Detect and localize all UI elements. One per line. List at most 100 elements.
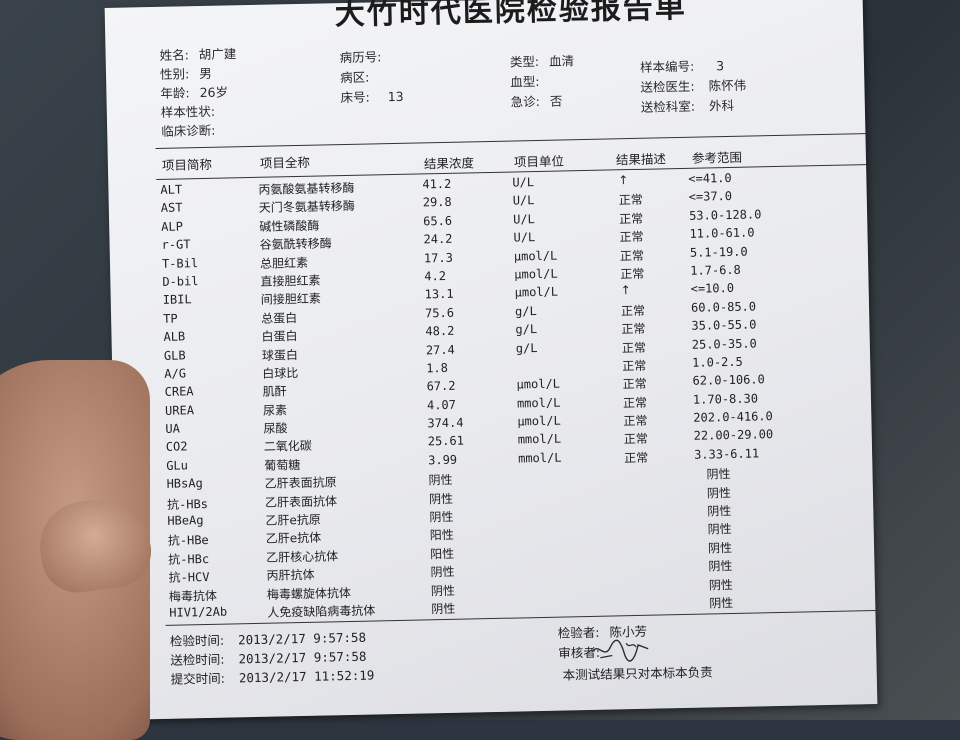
cell-ref: 阴性	[708, 559, 733, 574]
cell-desc: ↑	[618, 173, 629, 188]
blood-type-label: 血型:	[510, 73, 540, 90]
header-rule-top	[155, 133, 866, 149]
cell-code: GLu	[166, 458, 189, 473]
cell-desc: 正常	[620, 266, 645, 282]
report-title: 大竹时代医院检验报告单	[334, 0, 688, 33]
cell-code: HIV1/2Ab	[169, 604, 228, 620]
cell-unit: U/L	[513, 230, 536, 245]
patient-age-label: 年龄:	[160, 85, 190, 101]
disclaimer: 本测试结果只对本标本负责	[562, 664, 713, 683]
lab-report-sheet: 大竹时代医院检验报告单 姓名: 胡广建 性别: 男 年龄: 26岁 样本性状: 临床诊…	[104, 0, 878, 720]
cell-desc: 正常	[622, 377, 647, 392]
send-time-label: 送检时间:	[170, 651, 225, 668]
cell-code: T-Bil	[161, 255, 199, 271]
cell-code: IBIL	[162, 292, 192, 308]
send-time-value: 2013/2/17 9:57:58	[238, 648, 367, 667]
cell-code: ALP	[161, 219, 184, 234]
col-header-ref: 参考范围	[691, 149, 743, 166]
patient-sex: 性别: 男	[160, 63, 212, 83]
cell-value: 阴性	[431, 601, 456, 617]
cell-name: 天门冬氨基转移酶	[258, 199, 355, 216]
col-header-name: 项目全称	[259, 154, 311, 171]
cell-ref: 60.0-85.0	[690, 299, 757, 315]
cell-code: ALB	[163, 329, 186, 344]
bed-label: 床号:	[340, 89, 370, 106]
cell-ref: 11.0-61.0	[689, 225, 755, 241]
results-table: ALT 丙氨酸氨基转移酶 41.2 U/L ↑ <=41.0 AST 天门冬氨基转移酶 29.8…	[160, 168, 869, 624]
cell-ref: <=41.0	[688, 170, 732, 186]
cell-name: 丙肝抗体	[266, 567, 315, 583]
cell-value: 67.2	[426, 379, 456, 394]
patient-age-value: 26岁	[199, 84, 229, 101]
cell-value: 27.4	[425, 342, 455, 357]
cell-value: 48.2	[425, 323, 455, 339]
cell-desc: 正常	[624, 450, 649, 466]
cell-value: 13.1	[424, 287, 454, 302]
sample-number-label: 样本编号:	[639, 58, 695, 75]
cell-unit: g/L	[515, 340, 538, 355]
patient-sex-value: 男	[199, 65, 212, 82]
cell-name: 尿素	[262, 402, 288, 418]
cell-desc: ↑	[620, 283, 631, 298]
patient-name-label: 姓名:	[159, 47, 190, 63]
cell-desc: 正常	[622, 358, 647, 374]
cell-ref: 25.0-35.0	[691, 335, 757, 352]
sample-number-value: 3	[716, 58, 725, 74]
cell-name: 乙肝表面抗原	[264, 475, 337, 492]
emergency-label: 急诊:	[510, 93, 541, 110]
cell-value: 29.8	[422, 195, 452, 210]
patient-sex-label: 性别:	[159, 66, 190, 82]
cell-ref: 3.33-6.11	[693, 446, 760, 462]
cell-unit: mmol/L	[516, 395, 561, 411]
cell-value: 阴性	[430, 565, 455, 580]
cell-value: 25.61	[427, 434, 465, 449]
cell-unit: μmol/L	[513, 248, 558, 264]
cell-value: 阳性	[429, 528, 454, 543]
cell-code: 抗-HBe	[167, 533, 209, 549]
cell-unit: mmol/L	[518, 450, 562, 466]
cell-name: 二氧化碳	[263, 439, 313, 455]
emergency-value: 否	[549, 93, 563, 109]
cell-value: 17.3	[423, 250, 453, 265]
bed-number: 床号: 13	[340, 86, 404, 106]
cell-value: 4.2	[424, 268, 447, 284]
cell-desc: 正常	[621, 321, 646, 337]
cell-unit: U/L	[512, 211, 535, 227]
cell-code: UA	[165, 421, 181, 436]
test-time-label: 检验时间:	[169, 632, 225, 649]
cell-name: 葡萄糖	[264, 457, 301, 473]
cell-name: 肌酐	[262, 384, 287, 400]
cell-ref: 202.0-416.0	[693, 409, 773, 425]
cell-unit: g/L	[514, 303, 537, 319]
reviewer-signature	[591, 639, 649, 662]
cell-desc: 正常	[618, 193, 643, 208]
cell-value: 阴性	[430, 583, 456, 598]
patient-name-value: 胡广建	[198, 46, 237, 63]
cell-code: CO2	[165, 439, 188, 455]
cell-desc: 正常	[619, 211, 644, 227]
cell-name: 乙肝表面抗体	[264, 493, 338, 510]
bed-value: 13	[387, 88, 404, 105]
cell-value: 4.07	[426, 397, 457, 413]
cell-unit: g/L	[515, 322, 538, 337]
cell-code: D-bil	[162, 274, 199, 289]
cell-code: GLB	[163, 347, 186, 363]
sample-state-label: 样本性状:	[160, 103, 216, 120]
cell-value: 374.4	[427, 415, 464, 431]
patient-name: 姓名: 胡广建	[159, 43, 236, 64]
cell-name: 直接胆红素	[260, 273, 321, 289]
cell-ref: 阴性	[707, 522, 732, 537]
cell-name: 尿酸	[263, 421, 288, 436]
cell-unit: μmol/L	[516, 376, 561, 392]
col-header-code: 项目简称	[161, 156, 213, 173]
referring-doctor-label: 送检医生:	[640, 78, 695, 95]
referring-dept: 送检科室: 外科	[641, 95, 735, 116]
cell-code: ALT	[160, 182, 183, 197]
clinical-diagnosis-label: 临床诊断:	[161, 122, 216, 139]
cell-value: 阳性	[429, 546, 455, 562]
cell-value: 24.2	[423, 231, 453, 247]
referring-dept-value: 外科	[708, 97, 735, 114]
sample-type-label: 类型:	[509, 53, 540, 70]
cell-name: 总胆红素	[259, 255, 309, 271]
cell-code: UREA	[164, 402, 195, 418]
